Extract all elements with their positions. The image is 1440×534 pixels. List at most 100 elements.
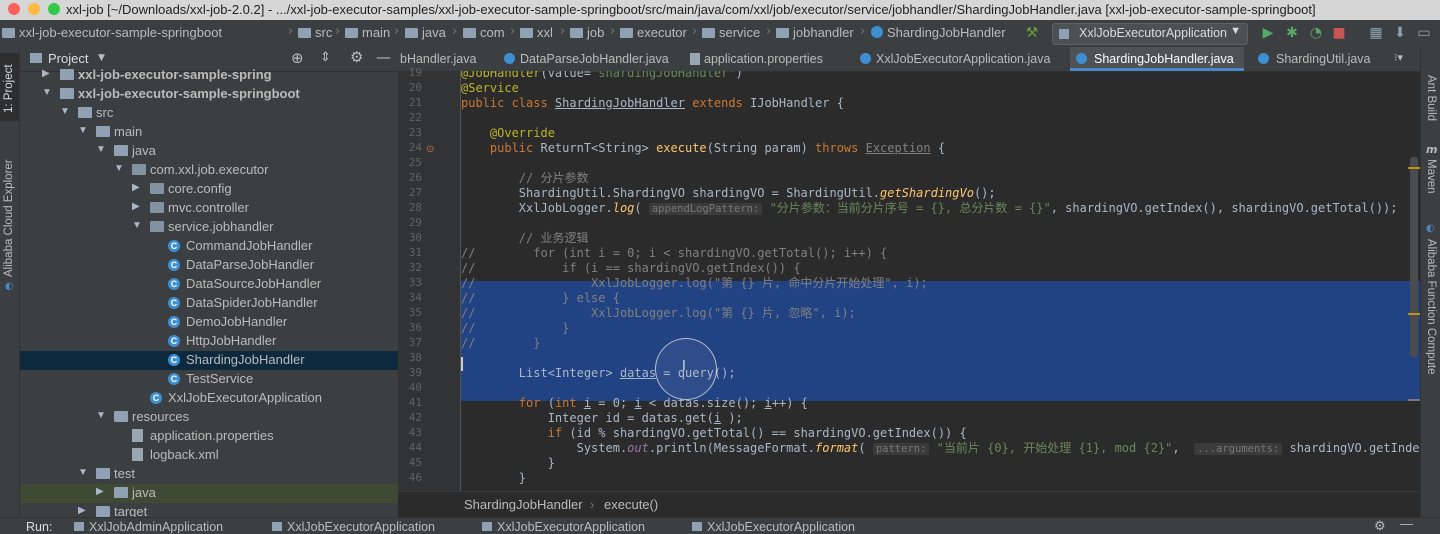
breadcrumb-executor[interactable]: executor xyxy=(620,25,687,40)
error-stripe-marker xyxy=(1408,167,1420,169)
tree-item[interactable]: ▼ test xyxy=(20,465,398,484)
locate-target-icon[interactable]: ⊕ xyxy=(291,49,304,67)
minimize-window-button[interactable] xyxy=(28,3,40,15)
tree-item[interactable]: C CommandJobHandler xyxy=(20,237,398,256)
breadcrumb-jobhandler[interactable]: jobhandler xyxy=(776,25,854,40)
code-area[interactable]: @JobHandler(value="shardingJobHandler") @… xyxy=(461,71,1420,491)
alibaba-cloud-explorer-button[interactable]: Alibaba Cloud Explorer ◐ xyxy=(0,147,19,297)
code-token: XxlJobLogger. xyxy=(461,201,613,215)
tree-item[interactable]: ▶ mvc.controller xyxy=(20,199,398,218)
code-token: .println(MessageFormat. xyxy=(648,441,816,455)
collapse-all-icon[interactable]: ⇕ xyxy=(320,50,331,65)
terminal-icon[interactable]: ▭ xyxy=(1416,24,1432,42)
chevron-down-icon[interactable]: ▼ xyxy=(96,144,106,155)
editor-tab-3[interactable]: application.properties xyxy=(686,47,834,71)
editor-tab-6[interactable]: ShardingUtil.java xyxy=(1254,47,1382,71)
chevron-right-icon[interactable]: ▶ xyxy=(96,486,104,497)
tree-item[interactable]: ▼ resources xyxy=(20,408,398,427)
tree-item[interactable]: C HttpJobHandler xyxy=(20,332,398,351)
debug-bug-icon[interactable]: ✱ xyxy=(1284,24,1300,42)
breadcrumb-job[interactable]: job xyxy=(570,25,604,40)
run-configuration-select[interactable]: XxlJobExecutorApplication ▼ xyxy=(1052,23,1248,45)
code-token: throws xyxy=(815,141,866,155)
tree-item[interactable]: ▼ java xyxy=(20,142,398,161)
chevron-right-icon[interactable]: ▶ xyxy=(42,68,50,79)
tree-item[interactable]: ▼ service.jobhandler xyxy=(20,218,398,237)
chevron-down-icon[interactable]: ▼ xyxy=(132,220,142,231)
chevron-down-icon[interactable]: ▼ xyxy=(78,467,88,478)
breadcrumb-java[interactable]: java xyxy=(405,25,446,40)
editor-tab-5[interactable]: ShardingJobHandler.java xyxy=(1070,47,1244,71)
build-hammer-icon[interactable]: ⚒ xyxy=(1024,24,1040,42)
tree-item[interactable]: C DemoJobHandler xyxy=(20,313,398,332)
chevron-down-icon[interactable]: ▼ xyxy=(98,53,105,63)
tree-item[interactable]: ▶ xxl-job-executor-sample-spring xyxy=(20,66,398,85)
function-compute-icon: ◐ xyxy=(1426,223,1435,234)
gear-icon[interactable]: ⚙ xyxy=(350,48,363,66)
breadcrumb-class[interactable]: ShardingJobHandler xyxy=(871,25,1006,40)
alibaba-function-compute-tool-button[interactable]: Alibaba Function Compute xyxy=(1425,239,1437,375)
close-window-button[interactable] xyxy=(8,3,20,15)
tree-item[interactable]: C DataParseJobHandler xyxy=(20,256,398,275)
hide-panel-icon[interactable]: — xyxy=(376,48,391,66)
tree-item[interactable]: ▼ main xyxy=(20,123,398,142)
project-panel-title[interactable]: Project xyxy=(48,51,88,66)
editor-tab-2[interactable]: DataParseJobHandler.java xyxy=(498,47,669,71)
chevron-down-icon[interactable]: ▼ xyxy=(60,106,70,117)
editor-breadcrumb-class[interactable]: ShardingJobHandler xyxy=(464,497,583,512)
breadcrumb-xxl[interactable]: xxl xyxy=(520,25,553,40)
tree-item[interactable]: C XxlJobExecutorApplication xyxy=(20,389,398,408)
chevron-down-icon[interactable]: ▼ xyxy=(78,125,88,136)
chevron-down-icon[interactable]: ▼ xyxy=(42,87,52,98)
tree-item[interactable]: ▼ com.xxl.job.executor xyxy=(20,161,398,180)
class-icon: C xyxy=(168,335,180,347)
class-icon: C xyxy=(168,297,180,309)
implements-marker-icon[interactable]: ⊙ xyxy=(426,144,434,155)
tree-item[interactable]: C DataSourceJobHandler xyxy=(20,275,398,294)
chevron-right-icon[interactable]: ▶ xyxy=(78,505,86,516)
run-tab-2[interactable]: XxlJobExecutorApplication xyxy=(272,520,435,534)
tree-item[interactable]: logback.xml xyxy=(20,446,398,465)
breadcrumb-main[interactable]: main xyxy=(345,25,390,40)
class-icon: C xyxy=(168,373,180,385)
breadcrumb-src[interactable]: src xyxy=(298,25,332,40)
run-tab-3[interactable]: XxlJobExecutorApplication xyxy=(482,520,645,534)
stop-icon[interactable]: ■ xyxy=(1331,24,1347,42)
hide-panel-icon[interactable]: — xyxy=(1400,518,1413,531)
chevron-right-icon[interactable]: ▶ xyxy=(132,201,140,212)
breadcrumb-service[interactable]: service xyxy=(702,25,760,40)
code-token: } xyxy=(461,456,555,470)
tree-item[interactable]: C TestService xyxy=(20,370,398,389)
tree-item[interactable]: ▼ src xyxy=(20,104,398,123)
editor-breadcrumb-method[interactable]: execute() xyxy=(604,497,658,512)
run-config-icon xyxy=(272,522,282,531)
tree-item[interactable]: C DataSpiderJobHandler xyxy=(20,294,398,313)
chevron-down-icon[interactable]: ▼ xyxy=(114,163,124,174)
maximize-window-button[interactable] xyxy=(48,3,60,15)
breadcrumb-com[interactable]: com xyxy=(463,25,505,40)
run-tab-1[interactable]: XxlJobAdminApplication xyxy=(74,520,223,534)
tree-item[interactable]: ▶ target xyxy=(20,503,398,517)
maven-tool-button[interactable]: Maven xyxy=(1425,159,1437,194)
run-play-icon[interactable]: ▶ xyxy=(1260,24,1276,42)
folder-icon xyxy=(405,28,418,38)
tree-item-label: java xyxy=(132,485,156,500)
coverage-icon[interactable]: ◔ xyxy=(1308,24,1324,42)
chevron-right-icon[interactable]: ▶ xyxy=(132,182,140,193)
project-structure-icon[interactable]: ▦ xyxy=(1368,24,1384,42)
tree-item[interactable]: C ShardingJobHandler xyxy=(20,351,398,370)
breadcrumb-project[interactable]: xxl-job-executor-sample-springboot xyxy=(2,25,222,40)
run-tab-4[interactable]: XxlJobExecutorApplication xyxy=(692,520,855,534)
ant-build-tool-button[interactable]: Ant Build xyxy=(1425,75,1437,121)
tree-item[interactable]: ▶ core.config xyxy=(20,180,398,199)
editor-tab-4[interactable]: XxlJobExecutorApplication.java xyxy=(856,47,1056,71)
tree-item[interactable]: ▼ xxl-job-executor-sample-springboot xyxy=(20,85,398,104)
tree-item[interactable]: ▶ java xyxy=(20,484,398,503)
gear-icon[interactable]: ⚙ xyxy=(1374,518,1386,534)
editor-scrollbar[interactable] xyxy=(1410,157,1418,357)
project-tool-window-button[interactable]: 1: Project xyxy=(0,53,19,121)
tree-item[interactable]: application.properties xyxy=(20,427,398,446)
sdk-icon[interactable]: ⬇ xyxy=(1392,24,1408,42)
tab-overflow-icon[interactable]: ⁝▾ xyxy=(1394,51,1403,64)
chevron-down-icon[interactable]: ▼ xyxy=(96,410,106,421)
